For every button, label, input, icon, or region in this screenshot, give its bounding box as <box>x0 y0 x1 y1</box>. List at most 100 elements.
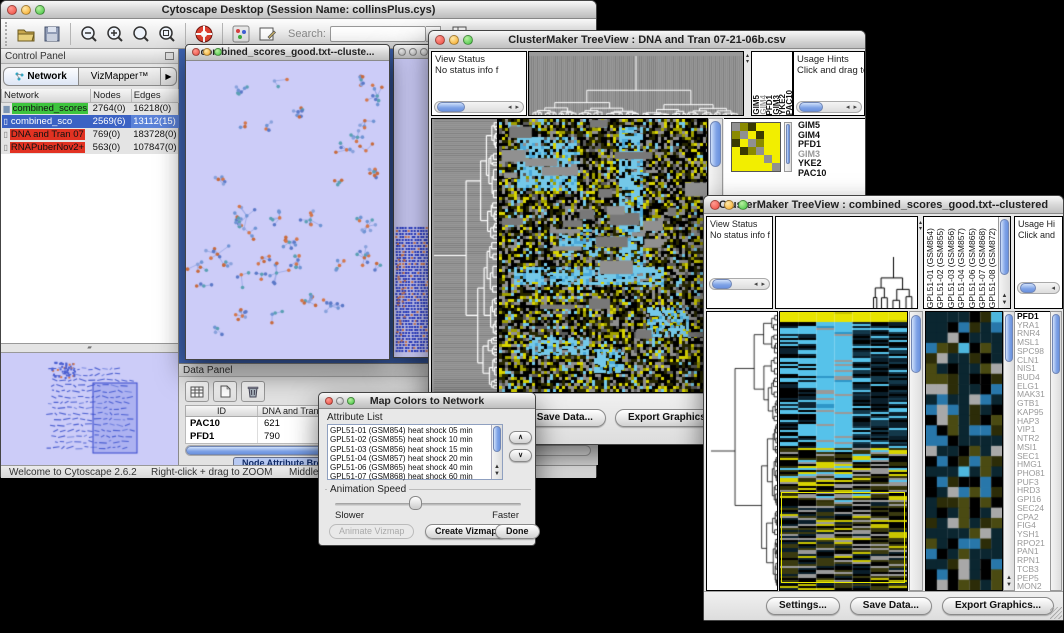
network-table-row[interactable]: ▯DNA and Tran 07769(0)183728(0) <box>2 128 179 141</box>
attribute-list-item[interactable]: GPL51-03 (GSM856) heat shock 15 min <box>330 445 502 454</box>
save-icon[interactable] <box>39 21 65 47</box>
tv2-genes-vscrollbar[interactable] <box>1050 311 1062 591</box>
tv1-matrix-cell[interactable] <box>732 155 740 163</box>
zoom-out-icon[interactable] <box>76 21 102 47</box>
tv1-matrix-cell[interactable] <box>740 163 748 171</box>
tv2-zoom-heatmap-canvas[interactable] <box>926 312 1002 590</box>
tv1-matrix-cell[interactable] <box>732 163 740 171</box>
zoom-button[interactable] <box>347 397 355 405</box>
tv1-matrix-cell[interactable] <box>748 139 756 147</box>
save-data-button[interactable]: Save Data... <box>524 409 606 427</box>
tv1-matrix-cell[interactable] <box>748 147 756 155</box>
scroll-arrows[interactable]: ◂ ▸ <box>508 103 523 111</box>
minimize-button[interactable] <box>449 35 459 45</box>
tv1-column-dendrogram[interactable] <box>528 51 744 116</box>
tv2-global-heatmap[interactable] <box>779 311 908 591</box>
move-down-button[interactable]: ∨ <box>509 449 532 462</box>
zoom-button[interactable] <box>420 48 428 56</box>
scroll-thumb[interactable] <box>437 102 465 112</box>
tv1-row-dendrogram-canvas[interactable] <box>432 119 497 392</box>
new-attribute-icon[interactable] <box>213 381 237 402</box>
attribute-list-item[interactable]: GPL51-07 (GSM868) heat shock 60 min <box>330 472 502 481</box>
treeview1-titlebar[interactable]: ClusterMaker TreeView : DNA and Tran 07-… <box>429 31 865 49</box>
tv1-matrix-cell[interactable] <box>772 123 780 131</box>
tv1-matrix-cell[interactable] <box>748 123 756 131</box>
network-table-row[interactable]: ▆combined_scores2764(0)16218(0) <box>2 102 179 115</box>
tv2-labels-vscrollbar[interactable]: ▲▼ <box>998 217 1010 308</box>
float-panel-icon[interactable] <box>165 52 174 60</box>
save-data-button[interactable]: Save Data... <box>850 597 932 615</box>
minimize-button[interactable] <box>336 397 344 405</box>
network-table-row[interactable]: ▯RNAPuberNov2+563(0)107847(0) <box>2 141 179 154</box>
tv1-matrix-cell[interactable] <box>748 163 756 171</box>
scroll-arrows[interactable]: ▲▼ <box>999 293 1010 307</box>
zoom-in-icon[interactable] <box>102 21 128 47</box>
tv1-heatmap-canvas[interactable] <box>499 119 707 392</box>
tv1-matrix-cell[interactable] <box>756 163 764 171</box>
scroll-thumb[interactable] <box>1000 219 1009 275</box>
scroll-thumb[interactable] <box>1005 314 1013 362</box>
move-up-button[interactable]: ∧ <box>509 431 532 444</box>
tab-vizmapper[interactable]: VizMapper™ <box>79 67 161 86</box>
tv2-zoom-vscrollbar[interactable]: ▲▼ <box>1003 311 1015 591</box>
minimize-button[interactable] <box>409 48 417 56</box>
tv1-matrix-cell[interactable] <box>748 155 756 163</box>
animation-slider-track[interactable] <box>335 503 521 506</box>
scroll-arrows[interactable]: ◂ ▸ <box>846 103 861 111</box>
close-button[interactable] <box>192 48 200 56</box>
col-edges[interactable]: Edges <box>131 89 178 102</box>
close-button[interactable] <box>710 200 720 210</box>
close-button[interactable] <box>7 5 17 15</box>
scroll-thumb[interactable] <box>493 426 501 452</box>
scroll-arrows[interactable]: ◂ ▸ <box>754 280 769 288</box>
tv2-row-dendrogram-canvas[interactable] <box>707 312 777 590</box>
tv1-matrix-cell[interactable] <box>740 131 748 139</box>
tv1-global-heatmap[interactable] <box>498 118 708 393</box>
treeview2-titlebar[interactable]: ClusterMaker TreeView : combined_scores_… <box>704 196 1063 214</box>
scroll-thumb[interactable] <box>1052 314 1060 374</box>
tv1-matrix-cell[interactable] <box>756 139 764 147</box>
tv2-column-dendrogram[interactable] <box>775 216 918 309</box>
tv1-status-hscrollbar[interactable]: ◂ ▸ <box>434 101 524 113</box>
animation-slider-thumb[interactable] <box>409 496 422 510</box>
tv1-matrix-cell[interactable] <box>756 147 764 155</box>
close-button[interactable] <box>325 397 333 405</box>
col-network[interactable]: Network <box>2 89 91 102</box>
network-name-cell[interactable]: ▆combined_scores <box>2 102 91 115</box>
network-name-cell[interactable]: ▯DNA and Tran 07 <box>2 128 91 141</box>
main-title-bar[interactable]: Cytoscape Desktop (Session Name: collins… <box>1 1 596 19</box>
tv1-matrix-cell[interactable] <box>740 155 748 163</box>
animate-vizmap-button[interactable]: Animate Vizmap <box>329 524 414 539</box>
tv1-matrix-cell[interactable] <box>772 163 780 171</box>
done-button[interactable]: Done <box>495 524 540 539</box>
scroll-thumb[interactable] <box>786 124 790 164</box>
vizmap-icon[interactable] <box>228 21 254 47</box>
tv2-zoom-heatmap[interactable] <box>925 311 1003 591</box>
tv1-matrix-cell[interactable] <box>732 147 740 155</box>
tv1-matrix-cell[interactable] <box>756 131 764 139</box>
network-window-titlebar[interactable]: combined_scores_good.txt--cluste... <box>186 45 389 61</box>
tv1-matrix-cell[interactable] <box>764 147 772 155</box>
tv1-matrix-cell[interactable] <box>764 139 772 147</box>
tv1-matrix-cell[interactable] <box>748 131 756 139</box>
zoom-button[interactable] <box>35 5 45 15</box>
toolbar-drag-handle[interactable] <box>5 22 9 46</box>
export-graphics-button[interactable]: Export Graphics... <box>942 597 1054 615</box>
annotation-icon[interactable] <box>254 21 280 47</box>
settings-button[interactable]: Settings... <box>766 597 840 615</box>
attribute-list-item[interactable]: GPL51-02 (GSM855) heat shock 10 min <box>330 435 502 444</box>
tv1-matrix-cell[interactable] <box>764 155 772 163</box>
help-lifesaver-icon[interactable] <box>191 21 217 47</box>
tv1-matrix-cell[interactable] <box>756 155 764 163</box>
tv2-heatmap-vscrollbar[interactable] <box>909 311 923 591</box>
attribute-list[interactable]: GPL51-01 (GSM854) heat shock 05 minGPL51… <box>327 424 503 480</box>
scroll-thumb[interactable] <box>712 279 732 289</box>
tv1-matrix-cell[interactable] <box>772 155 780 163</box>
tv2-usage-hscrollbar[interactable]: ◂ <box>1017 282 1060 294</box>
tv1-matrix-cell[interactable] <box>732 123 740 131</box>
close-button[interactable] <box>398 48 406 56</box>
tv1-matrix-cell[interactable] <box>740 123 748 131</box>
dialog-titlebar[interactable]: Map Colors to Network <box>319 393 535 409</box>
attribute-list-vscrollbar[interactable]: ▲▼ <box>491 425 502 479</box>
network-table-row[interactable]: ▯combined_sco2569(6)13112(15) <box>2 115 179 128</box>
